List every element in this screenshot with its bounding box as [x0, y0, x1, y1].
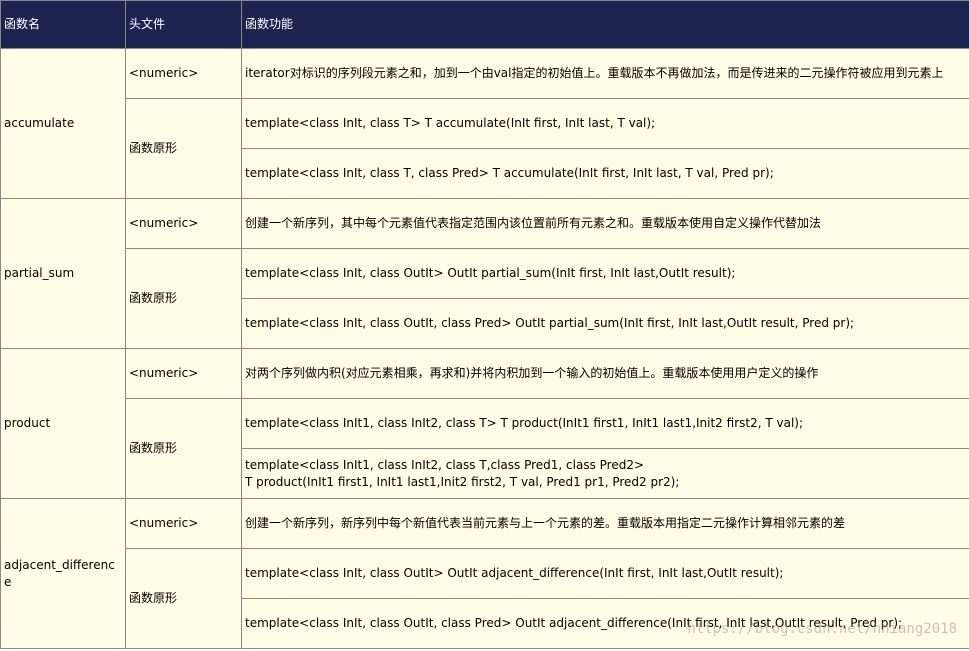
- function-name-cell: adjacent_difference: [0, 498, 126, 649]
- header-file-cell: <numeric>: [125, 198, 242, 249]
- prototype-cell: template<class InIt, class T, class Pred…: [241, 148, 969, 199]
- table-row: 函数原形 template<class InIt1, class InIt2, …: [1, 398, 969, 499]
- prototype-cell: template<class InIt1, class InIt2, class…: [241, 448, 969, 499]
- table-header-row: 函数名 头文件 函数功能: [0, 0, 969, 49]
- function-table: 函数名 头文件 函数功能 accumulate <numeric> iterat…: [0, 0, 969, 649]
- table-row: product <numeric> 对两个序列做内积(对应元素相乘，再求和)并将…: [0, 348, 969, 499]
- table-row: 函数原形 template<class InIt, class OutIt> O…: [1, 248, 969, 349]
- prototype-label-cell: 函数原形: [125, 248, 242, 349]
- table-row: 函数原形 template<class InIt, class T> T acc…: [1, 98, 969, 199]
- prototype-cell: template<class InIt, class OutIt, class …: [241, 298, 969, 349]
- prototype-label-cell: 函数原形: [125, 98, 242, 199]
- description-cell: iterator对标识的序列段元素之和，加到一个由val指定的初始值上。重载版本…: [241, 48, 969, 99]
- prototype-cell: template<class InIt, class OutIt> OutIt …: [241, 248, 969, 299]
- header-function-description: 函数功能: [241, 0, 969, 49]
- table-row: accumulate <numeric> iterator对标识的序列段元素之和…: [0, 48, 969, 199]
- table-row: partial_sum <numeric> 创建一个新序列，其中每个元素值代表指…: [0, 198, 969, 349]
- prototype-cell: template<class InIt, class OutIt> OutIt …: [241, 548, 969, 599]
- header-file-cell: <numeric>: [125, 348, 242, 399]
- table-row: adjacent_difference <numeric> 创建一个新序列，新序…: [0, 498, 969, 649]
- table-row: 函数原形 template<class InIt, class OutIt> O…: [1, 548, 969, 649]
- header-header-file: 头文件: [125, 0, 242, 49]
- description-cell: 创建一个新序列，新序列中每个新值代表当前元素与上一个元素的差。重载版本用指定二元…: [241, 498, 969, 549]
- prototype-cell: template<class InIt, class OutIt, class …: [241, 598, 969, 649]
- prototype-label-cell: 函数原形: [125, 398, 242, 499]
- function-name-cell: product: [0, 348, 126, 499]
- function-name-cell: partial_sum: [0, 198, 126, 349]
- prototype-cell: template<class InIt, class T> T accumula…: [241, 98, 969, 149]
- page: 函数名 头文件 函数功能 accumulate <numeric> iterat…: [0, 0, 969, 651]
- description-cell: 对两个序列做内积(对应元素相乘，再求和)并将内积加到一个输入的初始值上。重载版本…: [241, 348, 969, 399]
- prototype-label-cell: 函数原形: [125, 548, 242, 649]
- header-file-cell: <numeric>: [125, 498, 242, 549]
- description-cell: 创建一个新序列，其中每个元素值代表指定范围内该位置前所有元素之和。重载版本使用自…: [241, 198, 969, 249]
- header-function-name: 函数名: [0, 0, 126, 49]
- function-name-cell: accumulate: [0, 48, 126, 199]
- prototype-cell: template<class InIt1, class InIt2, class…: [241, 398, 969, 449]
- header-file-cell: <numeric>: [125, 48, 242, 99]
